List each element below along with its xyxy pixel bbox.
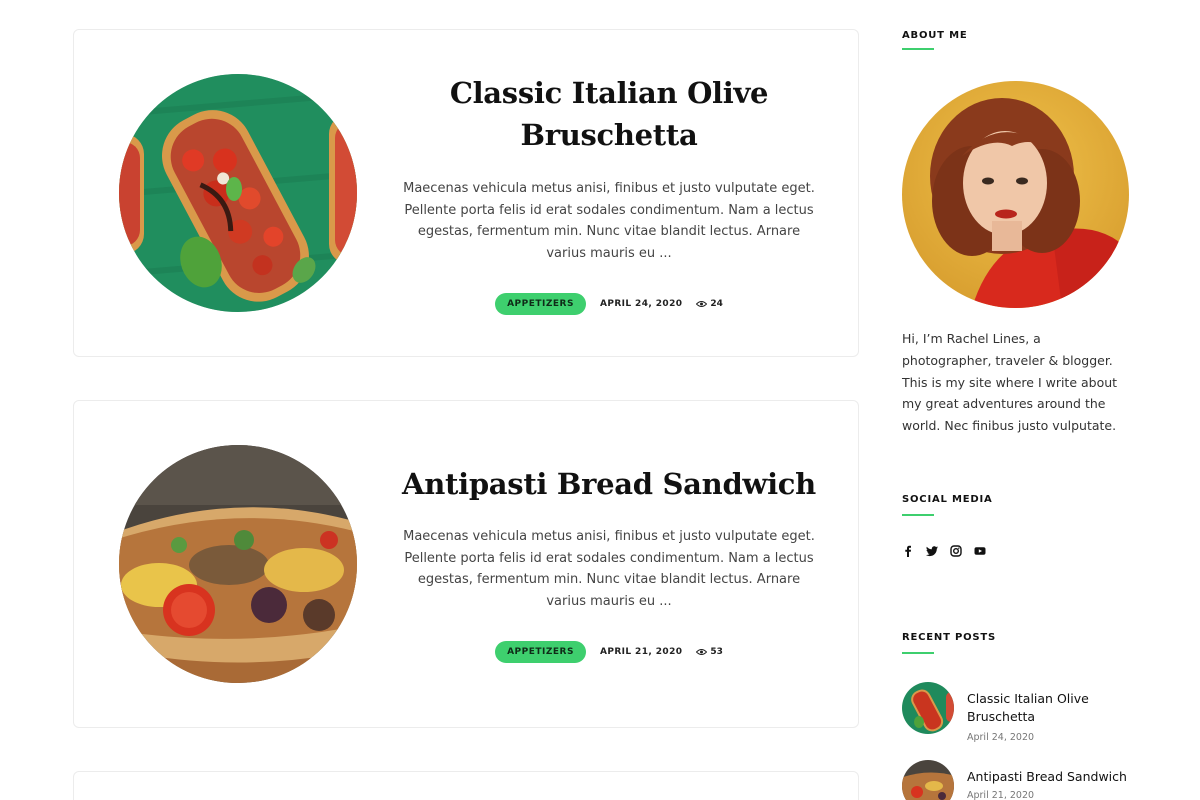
view-count-value: 53: [710, 646, 723, 657]
eye-icon: [696, 300, 708, 307]
post-title[interactable]: Classic Italian Olive Bruschetta: [402, 72, 816, 156]
facebook-icon[interactable]: [902, 545, 914, 557]
post-date: APRIL 24, 2020: [599, 298, 683, 309]
twitter-icon[interactable]: [926, 545, 938, 557]
author-photo: [902, 81, 1129, 308]
post-card: Classic Italian Olive Bruschetta Maecena…: [73, 29, 859, 357]
author-bio: Hi, I’m Rachel Lines, a photographer, tr…: [902, 331, 1118, 434]
instagram-icon[interactable]: [950, 545, 962, 557]
widget-title-recent: RECENT POSTS: [902, 632, 997, 643]
widget-title-about: ABOUT ME: [902, 30, 968, 41]
recent-post-item: Antipasti Bread Sandwich April 21, 2020: [902, 760, 1162, 800]
bruschetta-photo: [119, 74, 357, 312]
recent-post-date: April 21, 2020: [967, 790, 1035, 800]
post-card: Antipasti Bread Sandwich Maecenas vehicu…: [73, 400, 859, 728]
recent-post-thumbnail[interactable]: [902, 760, 954, 800]
post-thumbnail[interactable]: [119, 445, 357, 683]
category-badge[interactable]: APPETIZERS: [495, 640, 586, 663]
post-excerpt: Maecenas vehicula metus anisi, finibus e…: [403, 181, 815, 262]
post-body: Classic Italian Olive Bruschetta Maecena…: [402, 72, 816, 315]
sandwich-photo: [119, 445, 357, 683]
recent-post-item: Classic Italian Olive Bruschetta April 2…: [902, 682, 1162, 743]
youtube-icon[interactable]: [974, 545, 986, 557]
widget-divider: [902, 48, 934, 50]
widget-title-social: SOCIAL MEDIA: [902, 494, 993, 505]
post-body: Antipasti Bread Sandwich Maecenas vehicu…: [402, 463, 816, 663]
eye-icon: [696, 648, 708, 655]
post-date: APRIL 21, 2020: [599, 646, 683, 657]
view-count: 53: [696, 647, 723, 657]
widget-divider: [902, 652, 934, 654]
post-card: [73, 771, 859, 800]
social-links: [902, 545, 986, 557]
post-title[interactable]: Antipasti Bread Sandwich: [402, 463, 816, 505]
recent-post-thumbnail[interactable]: [902, 682, 954, 734]
view-count-value: 24: [710, 298, 723, 309]
post-meta: APPETIZERS APRIL 21, 2020 53: [402, 640, 816, 663]
post-thumbnail[interactable]: [119, 74, 357, 312]
sandwich-photo: [902, 760, 954, 800]
post-excerpt: Maecenas vehicula metus anisi, finibus e…: [403, 529, 815, 610]
bruschetta-photo: [902, 682, 954, 734]
recent-post-title[interactable]: Antipasti Bread Sandwich: [967, 768, 1157, 786]
recent-post-date: April 24, 2020: [967, 732, 1035, 743]
widget-divider: [902, 514, 934, 516]
view-count: 24: [696, 299, 723, 309]
post-meta: APPETIZERS APRIL 24, 2020 24: [402, 292, 816, 315]
avatar: [902, 81, 1129, 308]
recent-post-title[interactable]: Classic Italian Olive Bruschetta: [967, 690, 1157, 726]
category-badge[interactable]: APPETIZERS: [495, 292, 586, 315]
